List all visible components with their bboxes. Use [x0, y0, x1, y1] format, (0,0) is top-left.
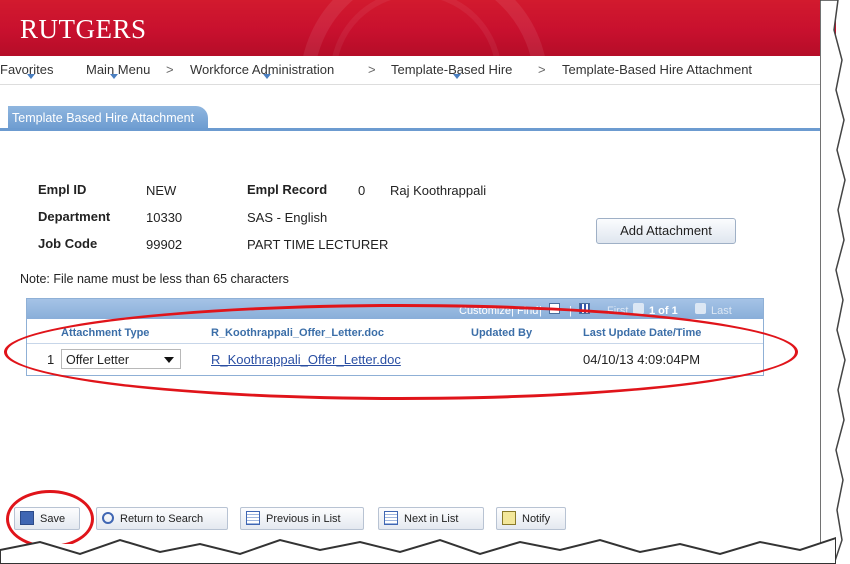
- template-hire-dropdown-icon[interactable]: [453, 74, 461, 79]
- breadcrumb-template-based-hire-attachment[interactable]: Template-Based Hire Attachment: [562, 62, 752, 77]
- job-code-value: 99902: [146, 237, 183, 252]
- notify-button[interactable]: Notify: [496, 507, 566, 530]
- rutgers-logo[interactable]: RUTGERS: [20, 14, 147, 45]
- tab-template-based-hire-attachment[interactable]: Template Based Hire Attachment: [8, 106, 209, 130]
- department-code: 10330: [146, 210, 183, 225]
- employee-name: Raj Koothrappali: [390, 183, 487, 198]
- main-menu-dropdown-icon[interactable]: [110, 74, 118, 79]
- previous-in-list-button[interactable]: Previous in List: [240, 507, 364, 530]
- empl-id-value: NEW: [146, 183, 177, 198]
- tab-underline: [0, 128, 836, 131]
- next-row-icon[interactable]: [695, 303, 706, 314]
- job-title: PART TIME LECTURER: [247, 237, 389, 252]
- previous-list-icon: [246, 511, 260, 526]
- return-to-search-button[interactable]: Return to Search: [96, 507, 228, 530]
- grid-last-link[interactable]: Last: [711, 305, 732, 317]
- breadcrumb: Favorites Main Menu > Workforce Administ…: [0, 56, 836, 85]
- torn-paper-bottom: [0, 536, 836, 564]
- next-in-list-button[interactable]: Next in List: [378, 507, 484, 530]
- next-list-icon: [384, 511, 398, 526]
- torn-paper-edge: [820, 0, 846, 564]
- next-in-list-label: Next in List: [404, 513, 459, 525]
- tab-bar: Template Based Hire Attachment: [0, 104, 836, 131]
- breadcrumb-separator: >: [538, 62, 546, 77]
- previous-in-list-label: Previous in List: [266, 513, 341, 525]
- breadcrumb-main-menu[interactable]: Main Menu: [86, 62, 150, 77]
- return-to-search-label: Return to Search: [120, 513, 204, 525]
- department-name: SAS - English: [247, 210, 328, 225]
- search-icon: [102, 512, 114, 525]
- notify-label: Notify: [522, 513, 551, 525]
- file-name-note: Note: File name must be less than 65 cha…: [20, 272, 289, 286]
- empl-id-label: Empl ID: [38, 182, 87, 197]
- breadcrumb-separator: >: [368, 62, 376, 77]
- page-frame: RUTGERS Favorites Main Menu > Workforce …: [0, 0, 836, 544]
- notify-icon: [502, 511, 516, 526]
- empl-record-label: Empl Record: [247, 182, 328, 197]
- job-code-label: Job Code: [38, 236, 98, 251]
- header-banner: RUTGERS: [0, 0, 836, 208]
- annotation-circle-row: [4, 304, 798, 400]
- breadcrumb-template-based-hire[interactable]: Template-Based Hire: [391, 62, 512, 77]
- breadcrumb-separator: >: [166, 62, 174, 77]
- empl-record-value: 0: [358, 183, 366, 198]
- add-attachment-button[interactable]: Add Attachment: [596, 218, 736, 244]
- workforce-dropdown-icon[interactable]: [263, 74, 271, 79]
- favorites-dropdown-icon[interactable]: [27, 74, 35, 79]
- department-label: Department: [38, 209, 111, 224]
